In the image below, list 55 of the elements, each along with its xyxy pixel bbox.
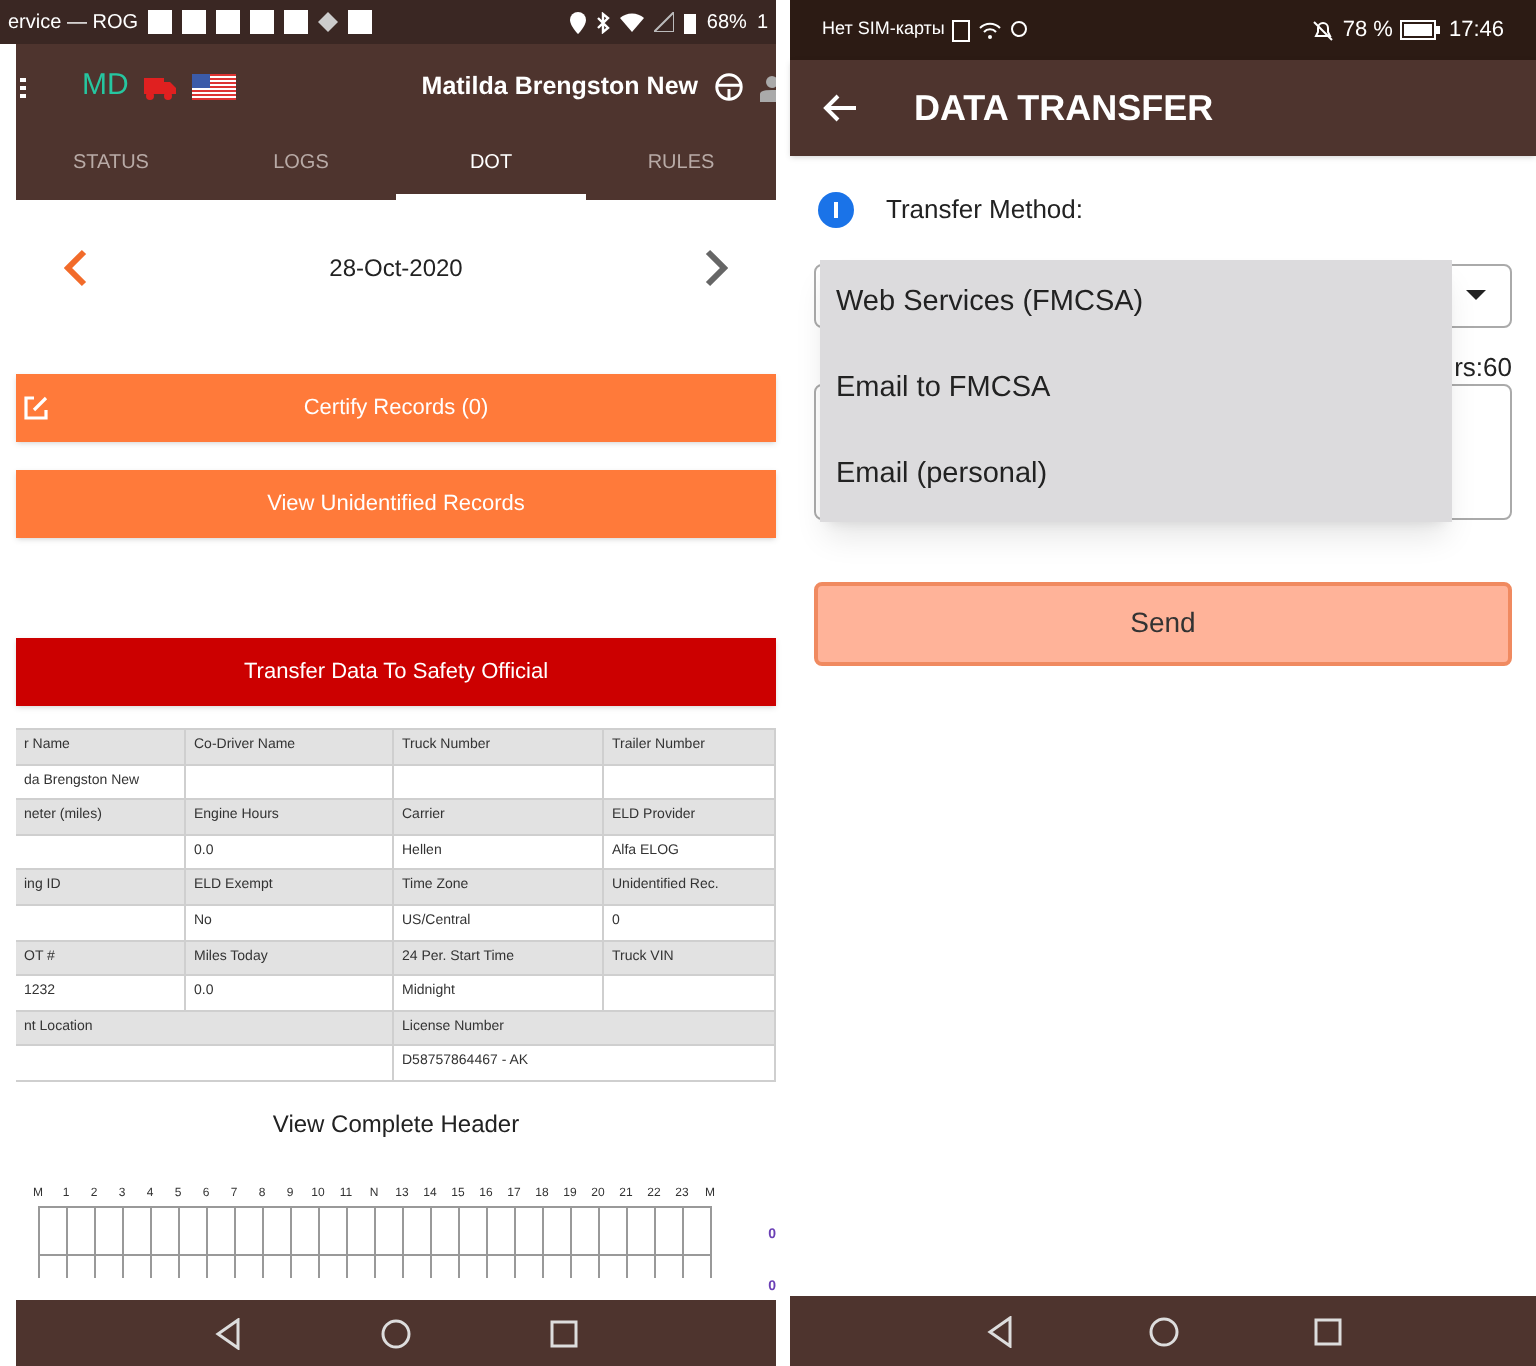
location-icon	[570, 11, 587, 33]
notification-icon	[148, 10, 173, 34]
wifi-icon	[978, 20, 1003, 40]
clock-text: 17:46	[1448, 15, 1504, 46]
bluetooth-icon	[596, 11, 611, 33]
driver-name: Matilda Brengston New	[421, 70, 698, 105]
carrier-text: Нет SIM-карты	[822, 16, 945, 43]
menu-icon[interactable]	[20, 77, 26, 97]
battery-icon	[684, 11, 697, 33]
next-icon[interactable]	[703, 247, 728, 287]
diamond-icon	[318, 12, 339, 32]
dropdown-option[interactable]: Web Services (FMCSA)	[820, 261, 1452, 347]
caret-icon	[1466, 290, 1486, 300]
battery-icon	[1400, 20, 1441, 40]
date-text: 28-Oct-2020	[329, 251, 463, 285]
notification-icon	[348, 10, 373, 34]
edit-icon	[24, 396, 48, 420]
notification-text: ervice — ROG	[8, 9, 139, 37]
truck-icon	[144, 75, 177, 99]
counter-text: rs:60	[1454, 355, 1512, 379]
tab[interactable]: RULES	[586, 130, 776, 200]
notification-icon	[182, 10, 207, 34]
notification-icon	[250, 10, 275, 34]
muted-bell-icon	[1312, 19, 1335, 41]
send-button[interactable]: Send	[814, 581, 1512, 665]
battery-text: 68%	[706, 9, 747, 37]
flag-icon	[192, 74, 237, 100]
clock-text: 1	[756, 9, 768, 37]
screen-title: DATA TRANSFER	[914, 85, 1214, 131]
tab[interactable]: DOT	[396, 130, 586, 200]
tab[interactable]: LOGS	[206, 130, 396, 200]
back-arrow-icon[interactable]	[822, 94, 858, 122]
previous-icon[interactable]	[64, 247, 88, 287]
signal-icon	[654, 12, 675, 32]
dropdown-option[interactable]: Email (personal)	[820, 433, 1452, 519]
location-icon	[1010, 19, 1029, 41]
battery-text: 78 %	[1342, 15, 1393, 46]
wifi-icon	[620, 12, 645, 32]
recents-icon[interactable]	[550, 1319, 579, 1347]
transfer-data-button[interactable]: Transfer Data To Safety Official	[16, 638, 776, 706]
sim-icon	[952, 19, 971, 41]
notification-icon	[216, 10, 241, 34]
steering-wheel-icon[interactable]	[714, 72, 744, 102]
initials-text: MD	[82, 66, 129, 107]
recents-icon[interactable]	[1313, 1317, 1341, 1345]
dropdown-option[interactable]: Email to FMCSA	[820, 347, 1452, 433]
tab[interactable]: STATUS	[16, 130, 206, 200]
back-icon[interactable]	[213, 1317, 242, 1349]
transfer-method-label: Transfer Method:	[886, 192, 1084, 228]
view-complete-header-link[interactable]: View Complete Header	[272, 1105, 520, 1142]
person-icon[interactable]	[760, 73, 776, 101]
home-icon[interactable]	[1147, 1315, 1179, 1347]
home-icon[interactable]	[379, 1317, 412, 1349]
info-icon	[818, 191, 854, 228]
back-icon[interactable]	[985, 1315, 1013, 1347]
